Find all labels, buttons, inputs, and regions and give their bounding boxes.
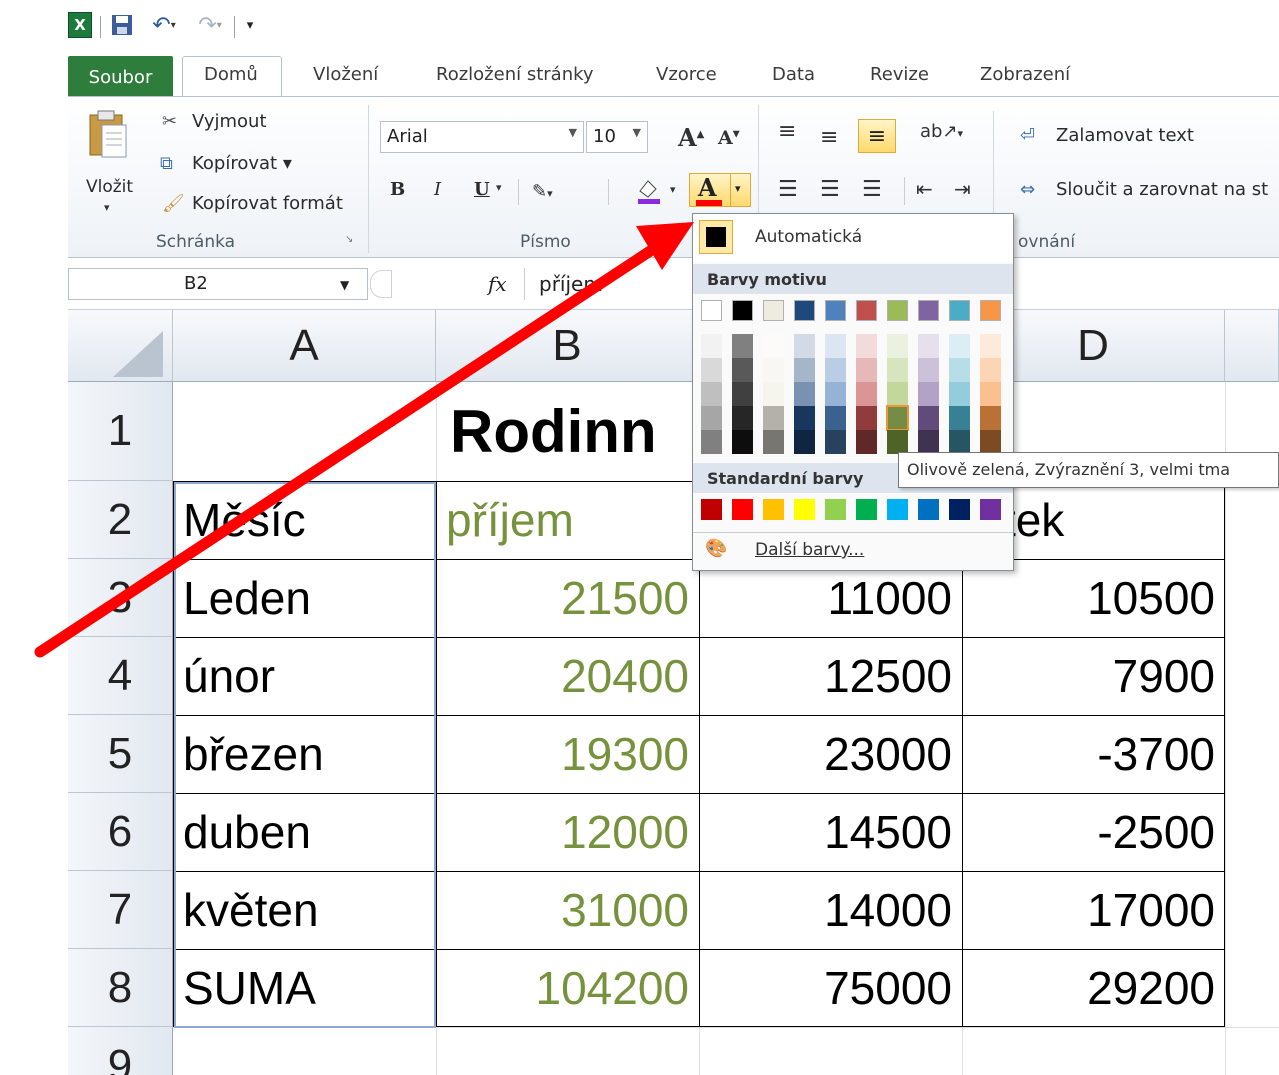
arrow-shaft xyxy=(34,232,676,658)
arrow-head xyxy=(636,222,694,270)
annotation-arrow xyxy=(34,222,694,658)
